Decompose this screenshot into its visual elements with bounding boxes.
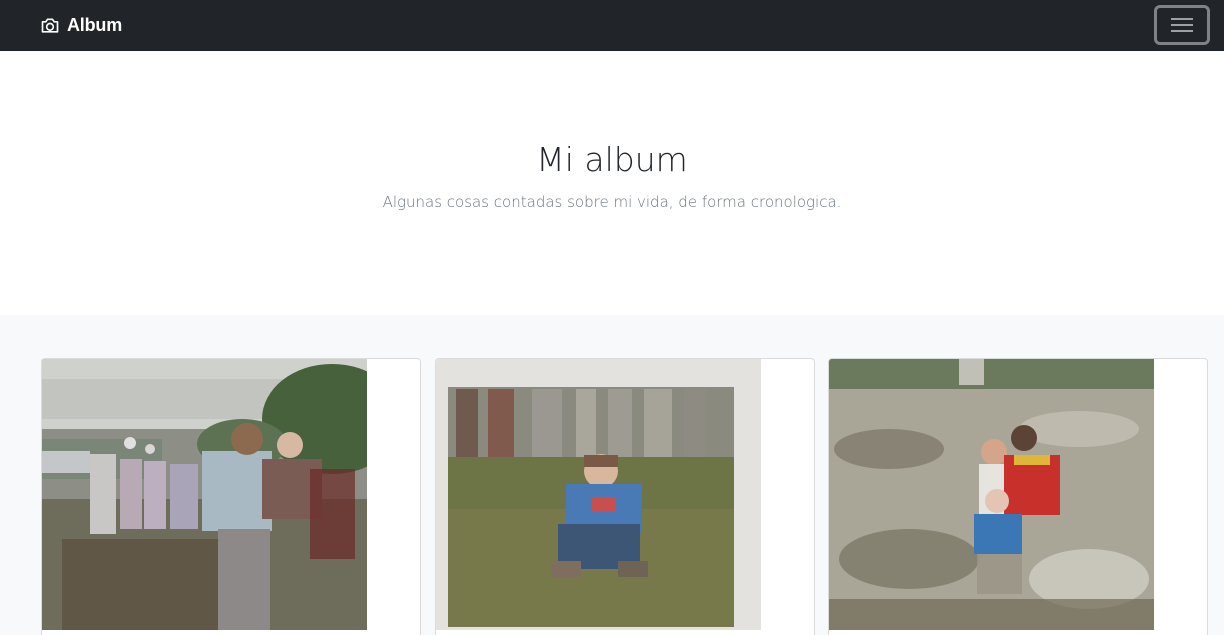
menu-toggle-button[interactable] [1154,5,1210,45]
card-photo-3 [829,359,1154,630]
page-title: Mi album [536,140,688,179]
hamburger-menu-icon [1170,15,1194,35]
card-photo-2 [436,359,761,630]
album-card [41,358,421,635]
hero-subtitle: Algunas cosas contadas sobre mi vida, de… [382,193,842,211]
album-card [828,358,1208,635]
album-card [435,358,815,635]
brand-link[interactable]: Album [40,0,122,51]
card-photo-1 [42,359,367,630]
camera-icon [40,16,60,36]
brand-title: Album [67,15,122,35]
hero-section: Mi album Algunas cosas contadas sobre mi… [0,51,1224,315]
navbar: Album [0,0,1224,51]
